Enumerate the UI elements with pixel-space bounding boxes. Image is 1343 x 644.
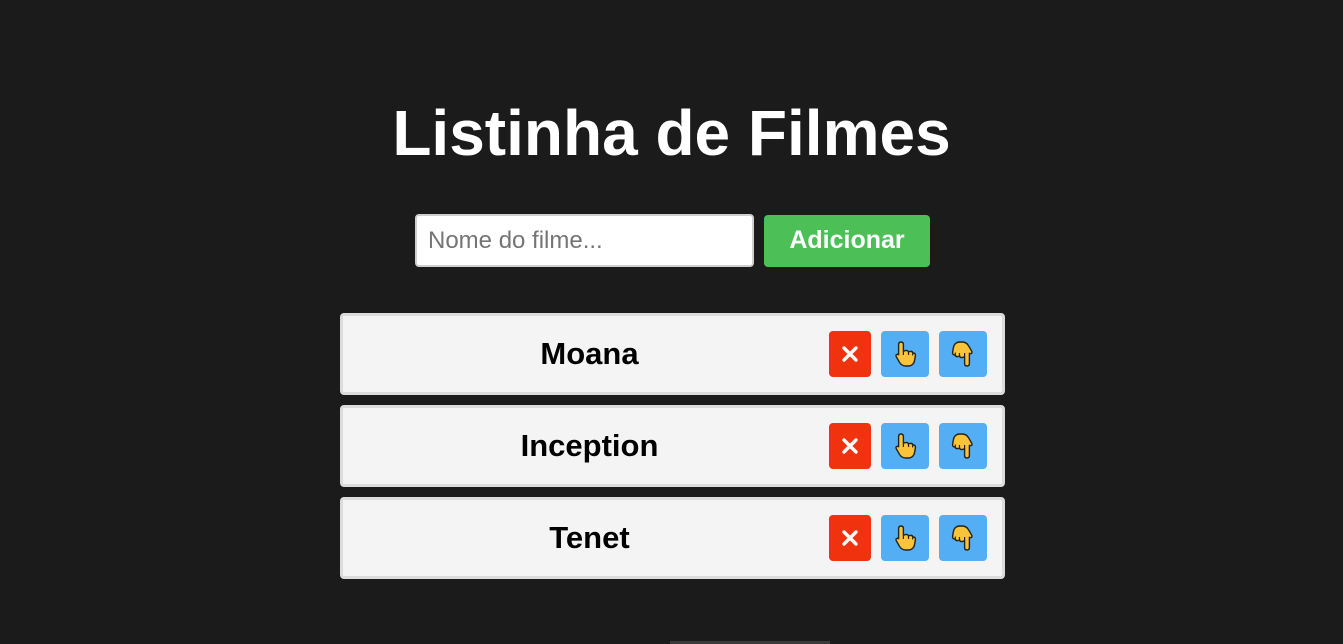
- dislike-button[interactable]: [939, 515, 987, 561]
- movie-title: Moana: [540, 336, 639, 371]
- remove-button[interactable]: [829, 331, 871, 377]
- movie-list: Moana Inception Tenet: [340, 313, 1005, 589]
- movie-title: Tenet: [549, 520, 630, 555]
- hand-pointing-down-icon: [951, 341, 973, 367]
- remove-button[interactable]: [829, 423, 871, 469]
- movie-title: Inception: [520, 428, 659, 463]
- close-icon: [842, 438, 858, 454]
- hand-pointing-up-icon: [895, 341, 917, 367]
- movie-actions: [829, 515, 987, 561]
- dislike-button[interactable]: [939, 423, 987, 469]
- close-icon: [842, 530, 858, 546]
- like-button[interactable]: [881, 515, 929, 561]
- movie-actions: [829, 423, 987, 469]
- dislike-button[interactable]: [939, 331, 987, 377]
- page-title: Listinha de Filmes: [392, 97, 951, 169]
- hand-pointing-down-icon: [951, 525, 973, 551]
- like-button[interactable]: [881, 331, 929, 377]
- hand-pointing-up-icon: [895, 433, 917, 459]
- add-button[interactable]: Adicionar: [764, 214, 930, 267]
- movie-actions: [829, 331, 987, 377]
- list-item: Tenet: [340, 497, 1005, 579]
- remove-button[interactable]: [829, 515, 871, 561]
- app-root: Listinha de Filmes Adicionar Moana: [0, 0, 1343, 644]
- hand-pointing-up-icon: [895, 525, 917, 551]
- close-icon: [842, 346, 858, 362]
- hand-pointing-down-icon: [951, 433, 973, 459]
- add-movie-form: Adicionar: [415, 214, 930, 267]
- list-item: Moana: [340, 313, 1005, 395]
- list-item: Inception: [340, 405, 1005, 487]
- movie-name-input[interactable]: [415, 214, 754, 267]
- like-button[interactable]: [881, 423, 929, 469]
